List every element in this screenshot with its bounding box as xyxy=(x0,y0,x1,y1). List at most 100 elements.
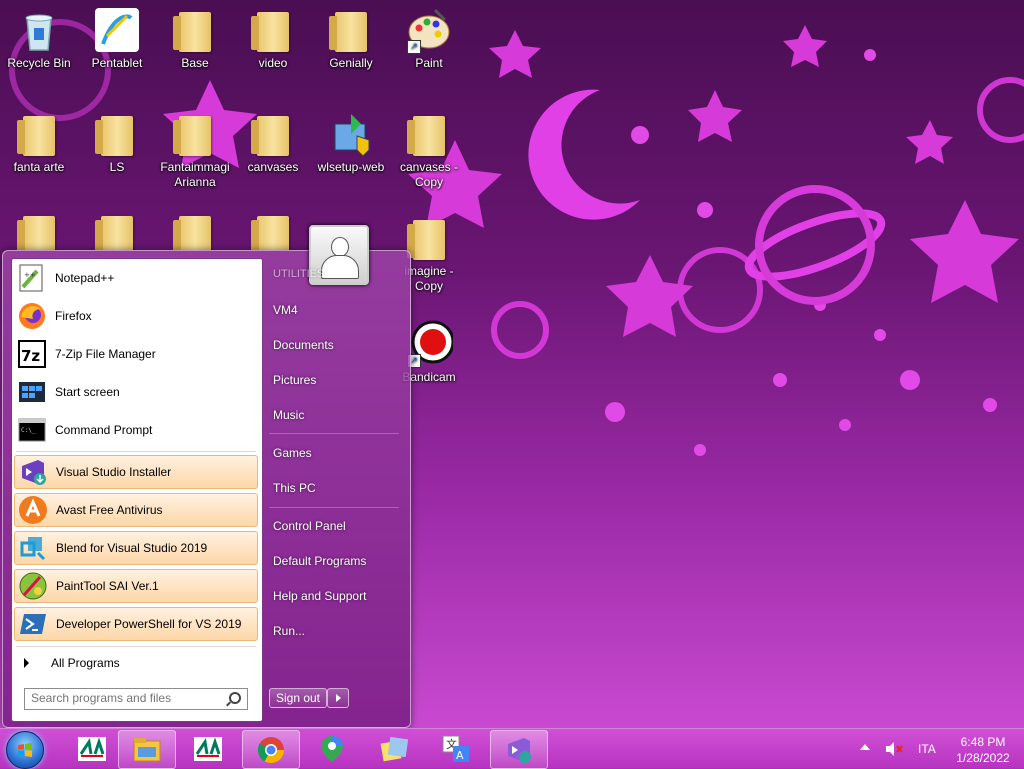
desktop-icon-fanta-arte[interactable]: fanta arte xyxy=(0,110,78,175)
clock-date: 1/28/2022 xyxy=(956,751,1010,765)
visual-studio-installer-icon xyxy=(508,737,531,763)
program-label: Command Prompt xyxy=(55,423,153,437)
program-label: 7-Zip File Manager xyxy=(55,347,156,361)
desktop-icon-label: Base xyxy=(181,56,209,70)
program-developer-powershell[interactable]: Developer PowerShell for VS 2019 xyxy=(14,607,258,641)
start-link-control-panel[interactable]: Control Panel xyxy=(273,519,346,533)
command-prompt-icon: C:\_ xyxy=(18,418,46,442)
seven-zip-icon: 7z xyxy=(18,340,46,368)
start-screen-icon xyxy=(19,382,45,402)
sign-out-button[interactable]: Sign out xyxy=(269,688,327,708)
folder-icon xyxy=(251,116,289,156)
desktop-icon-label: Pentablet xyxy=(91,56,143,70)
desktop-icon-video[interactable]: video xyxy=(234,6,312,71)
desktop-icon-folder-row3-2[interactable] xyxy=(78,210,156,250)
desktop-icon-label: wlsetup-web xyxy=(317,160,385,174)
all-programs-button[interactable]: All Programs xyxy=(16,651,256,675)
visual-studio-installer-icon xyxy=(22,460,46,485)
taskbar-translator[interactable]: 文A xyxy=(428,730,484,767)
taskbar-clock[interactable]: 6:48 PM 1/28/2022 xyxy=(950,734,1016,766)
credit-agricole-icon xyxy=(78,736,106,761)
show-hidden-icons-button[interactable] xyxy=(860,744,870,750)
start-link-run[interactable]: Run... xyxy=(273,624,305,638)
taskbar-credit-agricole-1[interactable] xyxy=(64,730,120,767)
desktop-icon-pentablet[interactable]: Pentablet xyxy=(78,6,156,71)
start-link-this-pc[interactable]: This PC xyxy=(273,481,316,495)
search-box[interactable] xyxy=(24,688,248,710)
file-explorer-icon xyxy=(133,737,161,761)
search-icon[interactable] xyxy=(229,692,241,704)
svg-text:7z: 7z xyxy=(21,347,40,365)
start-link-music[interactable]: Music xyxy=(273,408,304,422)
desktop-icon-folder-row3-4[interactable] xyxy=(234,210,312,250)
start-link-help-and-support[interactable]: Help and Support xyxy=(273,589,366,603)
folder-icon xyxy=(329,12,367,52)
folder-icon xyxy=(173,116,211,156)
desktop-icon-base[interactable]: Base xyxy=(156,6,234,71)
taskbar-visual-studio-installer[interactable] xyxy=(490,730,548,769)
program-label: Visual Studio Installer xyxy=(56,465,172,479)
program-firefox[interactable]: Firefox xyxy=(14,299,258,333)
program-notepad-plus-plus[interactable]: ++ Notepad++ xyxy=(14,261,258,295)
desktop-icon-fantaimmagi-arianna[interactable]: Fantaimmagi Arianna xyxy=(156,110,234,190)
program-label: Firefox xyxy=(55,309,92,323)
right-pane-separator xyxy=(269,433,399,434)
right-pane-utilities-header: UTILITIES xyxy=(273,268,325,280)
desktop-icon-recycle-bin[interactable]: Recycle Bin xyxy=(0,6,78,71)
desktop-icon-label: canvases - Copy xyxy=(399,160,459,189)
input-language-indicator[interactable]: ITA xyxy=(918,742,936,756)
all-programs-separator xyxy=(16,646,256,647)
desktop-icon-genially[interactable]: Genially xyxy=(312,6,390,71)
program-avast-free-antivirus[interactable]: Avast Free Antivirus xyxy=(14,493,258,527)
taskbar-google-maps[interactable] xyxy=(304,730,360,767)
start-link-pictures[interactable]: Pictures xyxy=(273,373,316,387)
program-command-prompt[interactable]: C:\_ Command Prompt xyxy=(14,413,258,447)
program-start-screen[interactable]: Start screen xyxy=(14,375,258,409)
taskbar-file-explorer[interactable] xyxy=(118,730,176,769)
desktop-icon-label: Genially xyxy=(329,56,373,70)
desktop-icon-canvases[interactable]: canvases xyxy=(234,110,312,175)
start-button[interactable] xyxy=(6,731,44,769)
user-body-shape xyxy=(321,255,359,279)
programs-separator xyxy=(16,451,256,452)
desktop-icon-canvases-copy[interactable]: canvases - Copy xyxy=(390,110,468,190)
program-painttool-sai[interactable]: PaintTool SAI Ver.1 xyxy=(14,569,258,603)
taskbar-chrome[interactable] xyxy=(242,730,300,769)
start-link-default-programs[interactable]: Default Programs xyxy=(273,554,366,568)
start-link-games[interactable]: Games xyxy=(273,446,312,460)
folder-icon xyxy=(173,12,211,52)
recycle-bin-icon xyxy=(25,14,53,51)
shutdown-options-button[interactable] xyxy=(327,688,349,708)
search-input[interactable] xyxy=(25,689,221,707)
painttool-sai-icon xyxy=(19,572,47,600)
desktop-icon-folder-row3-1[interactable] xyxy=(0,210,78,250)
notepad-plus-plus-icon: ++ xyxy=(19,264,43,292)
translate-icon: 文A xyxy=(442,735,469,762)
desktop-icon-paint[interactable]: ↗ Paint xyxy=(390,6,468,71)
speaker-muted-icon[interactable] xyxy=(884,741,904,757)
program-label: PaintTool SAI Ver.1 xyxy=(56,579,159,593)
svg-text:C:\_: C:\_ xyxy=(21,427,36,434)
taskbar-sticky-notes[interactable] xyxy=(366,730,422,767)
desktop-icon-folder-row3-3[interactable] xyxy=(156,210,234,250)
all-programs-label: All Programs xyxy=(51,656,120,670)
sticky-notes-icon xyxy=(380,736,409,761)
folder-icon xyxy=(251,216,289,250)
desktop-icon-label: imagine - Copy xyxy=(404,264,454,293)
program-label: Developer PowerShell for VS 2019 xyxy=(56,617,242,631)
desktop-icon-wlsetup-web[interactable]: wlsetup-web xyxy=(312,110,390,175)
desktop-icon-ls[interactable]: LS xyxy=(78,110,156,175)
desktop-icon-label: video xyxy=(258,56,288,70)
expand-arrow-icon xyxy=(24,658,29,668)
credit-agricole-icon xyxy=(194,736,222,761)
installer-shield-icon xyxy=(334,114,370,157)
start-link-documents[interactable]: Documents xyxy=(273,338,334,352)
powershell-icon xyxy=(20,614,46,634)
windows-logo-icon xyxy=(18,743,32,757)
folder-icon xyxy=(17,216,55,250)
program-blend-for-visual-studio[interactable]: Blend for Visual Studio 2019 xyxy=(14,531,258,565)
program-7zip[interactable]: 7z 7-Zip File Manager xyxy=(14,337,258,371)
start-link-vm4[interactable]: VM4 xyxy=(273,303,298,317)
taskbar-credit-agricole-2[interactable] xyxy=(180,730,236,767)
program-visual-studio-installer[interactable]: Visual Studio Installer xyxy=(14,455,258,489)
